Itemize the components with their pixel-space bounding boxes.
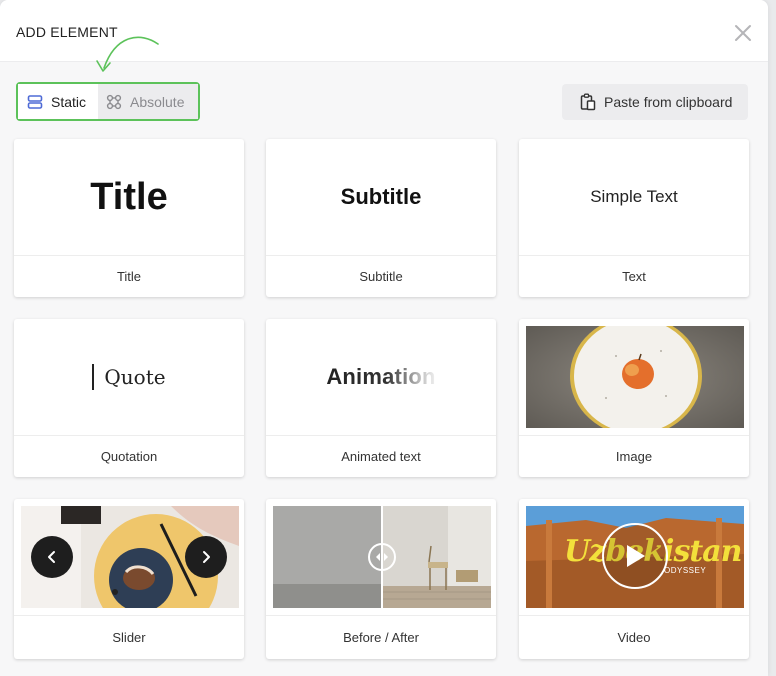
plate-with-apple-image: [526, 326, 744, 428]
element-card-label: Image: [519, 435, 749, 477]
image-preview-picture: [526, 326, 744, 428]
animated-text-preview-text: Animation: [326, 364, 436, 389]
title-preview-text: Title: [90, 175, 168, 218]
text-preview-text: Simple Text: [590, 187, 678, 206]
element-card-image[interactable]: Image: [519, 319, 749, 477]
stack-rows-icon: [27, 94, 43, 109]
slider-next-button[interactable]: [185, 536, 227, 578]
element-card-label: Quotation: [14, 435, 244, 477]
subtitle-preview-text: Subtitle: [340, 184, 422, 209]
text-preview: Simple Text: [519, 139, 749, 255]
paste-button-label: Paste from clipboard: [604, 94, 733, 110]
slider-dot-active: [112, 589, 118, 595]
element-card-label: Subtitle: [266, 255, 496, 297]
element-card-animated-text[interactable]: Animation Animated text: [266, 319, 496, 477]
before-after-preview-picture: [273, 506, 491, 608]
paste-from-clipboard-button[interactable]: Paste from clipboard: [562, 84, 748, 120]
nodes-icon: [106, 94, 122, 109]
add-element-dialog: ADD ELEMENT Static Absolute Paste from c…: [0, 0, 768, 676]
element-card-video[interactable]: Uzbekistan ODYSSEY Video: [519, 499, 749, 659]
positioning-mode-toggle: Static Absolute: [16, 82, 200, 121]
compare-drag-handle[interactable]: [368, 543, 396, 571]
video-preview-picture: Uzbekistan ODYSSEY: [526, 506, 744, 608]
quote-bar: [92, 364, 95, 390]
element-card-label: Text: [519, 255, 749, 297]
absolute-mode-label: Absolute: [130, 93, 185, 110]
absolute-mode-button[interactable]: Absolute: [98, 84, 198, 119]
video-play-button[interactable]: [602, 523, 668, 589]
slider-prev-button[interactable]: [31, 536, 73, 578]
element-card-subtitle[interactable]: Subtitle Subtitle: [266, 139, 496, 297]
slider-preview-picture: [21, 506, 239, 608]
chevron-right-icon: [203, 551, 210, 563]
hint-arrow-icon: [96, 36, 159, 72]
quotation-preview-text: Quote: [92, 364, 166, 390]
chevron-left-icon: [48, 551, 55, 563]
subtitle-preview: Subtitle: [266, 139, 496, 255]
element-card-before-after[interactable]: Before / After: [266, 499, 496, 659]
element-card-label: Title: [14, 255, 244, 297]
element-card-label: Video: [519, 615, 749, 659]
element-card-label: Before / After: [266, 615, 496, 659]
element-card-label: Slider: [14, 615, 244, 659]
title-preview: Title: [14, 139, 244, 255]
element-card-text[interactable]: Simple Text Text: [519, 139, 749, 297]
static-mode-label: Static: [51, 93, 87, 110]
element-card-label: Animated text: [266, 435, 496, 477]
animated-text-preview: Animation: [266, 319, 496, 435]
element-card-slider[interactable]: Slider: [14, 499, 244, 659]
static-mode-button[interactable]: Static: [18, 84, 98, 119]
drag-handle-icon: [376, 553, 388, 561]
clipboard-icon: [580, 93, 596, 111]
video-subtitle-text: ODYSSEY: [664, 566, 707, 575]
element-card-quotation[interactable]: Quote Quotation: [14, 319, 244, 477]
quotation-preview: Quote: [14, 319, 244, 435]
close-icon[interactable]: [732, 22, 754, 44]
quote-word: Quote: [104, 365, 166, 389]
play-icon: [627, 545, 645, 567]
element-card-title[interactable]: Title Title: [14, 139, 244, 297]
